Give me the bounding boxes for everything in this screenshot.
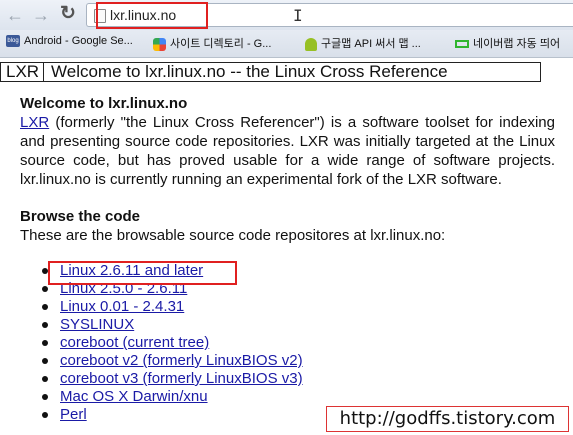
bookmark-label: 구글맵 API 써서 맵 ... [321,38,421,50]
repo-link[interactable]: coreboot v3 (formerly LinuxBIOS v3) [60,370,303,387]
bookmark-label: Android - Google Se... [24,35,133,47]
text-cursor-icon: I [293,6,303,25]
repo-link[interactable]: Perl [60,406,87,423]
reload-icon[interactable]: ↻ [60,4,76,23]
main-content: Welcome to lxr.linux.no LXR (formerly "t… [20,94,555,423]
header-divider [43,63,44,81]
bookmark-label: 네이버랩 자동 띄어 [473,38,561,50]
list-item: SYSLINUX [20,316,303,334]
bookmark-item[interactable]: 구글맵 API 써서 맵 ... [305,35,421,51]
list-item: Linux 0.01 - 2.4.31 [20,298,303,316]
repo-link[interactable]: Linux 0.01 - 2.4.31 [60,298,184,315]
intro-paragraph: LXR (formerly "the Linux Cross Reference… [20,113,555,189]
bookmark-item[interactable]: blog Android - Google Se... [6,35,133,48]
watermark: http://godffs.tistory.com [326,406,569,432]
repo-link[interactable]: Mac OS X Darwin/xnu [60,388,208,405]
bookmark-item[interactable]: 네이버랩 자동 띄어 [455,35,560,51]
list-item: Perl [20,406,303,424]
bullet [42,394,48,400]
blog-icon: blog [6,35,20,48]
bullet [42,340,48,346]
bullet [42,412,48,418]
browser-toolbar: ← → ↻ lxr.linux.no I [0,0,573,30]
bookmarks-bar: blog Android - Google Se... 사이트 디렉토리 - G.… [0,30,573,58]
lxr-header: LXR Welcome to lxr.linux.no -- the Linux… [0,62,541,82]
list-item: Mac OS X Darwin/xnu [20,388,303,406]
page-title: Welcome to lxr.linux.no -- the Linux Cro… [51,62,448,81]
lxr-link[interactable]: LXR [20,114,49,131]
bullet [42,286,48,292]
lxr-logo: LXR [6,62,40,81]
bullet [42,304,48,310]
url-highlight-box [96,2,208,29]
bookmark-label: 사이트 디렉토리 - G... [170,38,272,50]
bullet [42,322,48,328]
browse-description: These are the browsable source code repo… [20,227,446,244]
list-item: coreboot (current tree) [20,334,303,352]
repo-list: Linux 2.6.11 and later Linux 2.5.0 - 2.6… [20,262,303,424]
list-item: coreboot v3 (formerly LinuxBIOS v3) [20,370,303,388]
welcome-heading: Welcome to lxr.linux.no [20,95,188,112]
bookmark-item[interactable]: 사이트 디렉토리 - G... [153,35,271,51]
forward-arrow-icon[interactable]: → [32,6,50,24]
repo-link[interactable]: coreboot (current tree) [60,334,209,351]
bullet [42,358,48,364]
list-item: coreboot v2 (formerly LinuxBIOS v2) [20,352,303,370]
android-icon [305,37,317,51]
repo-highlight-box [48,261,237,285]
back-arrow-icon[interactable]: ← [6,6,24,24]
naver-icon [455,40,469,49]
repo-link[interactable]: SYSLINUX [60,316,134,333]
intro-text: (formerly "the Linux Cross Referencer") … [20,114,555,188]
bullet [42,376,48,382]
browse-heading: Browse the code [20,208,141,225]
repo-link[interactable]: coreboot v2 (formerly LinuxBIOS v2) [60,352,303,369]
puzzle-icon [153,37,166,51]
